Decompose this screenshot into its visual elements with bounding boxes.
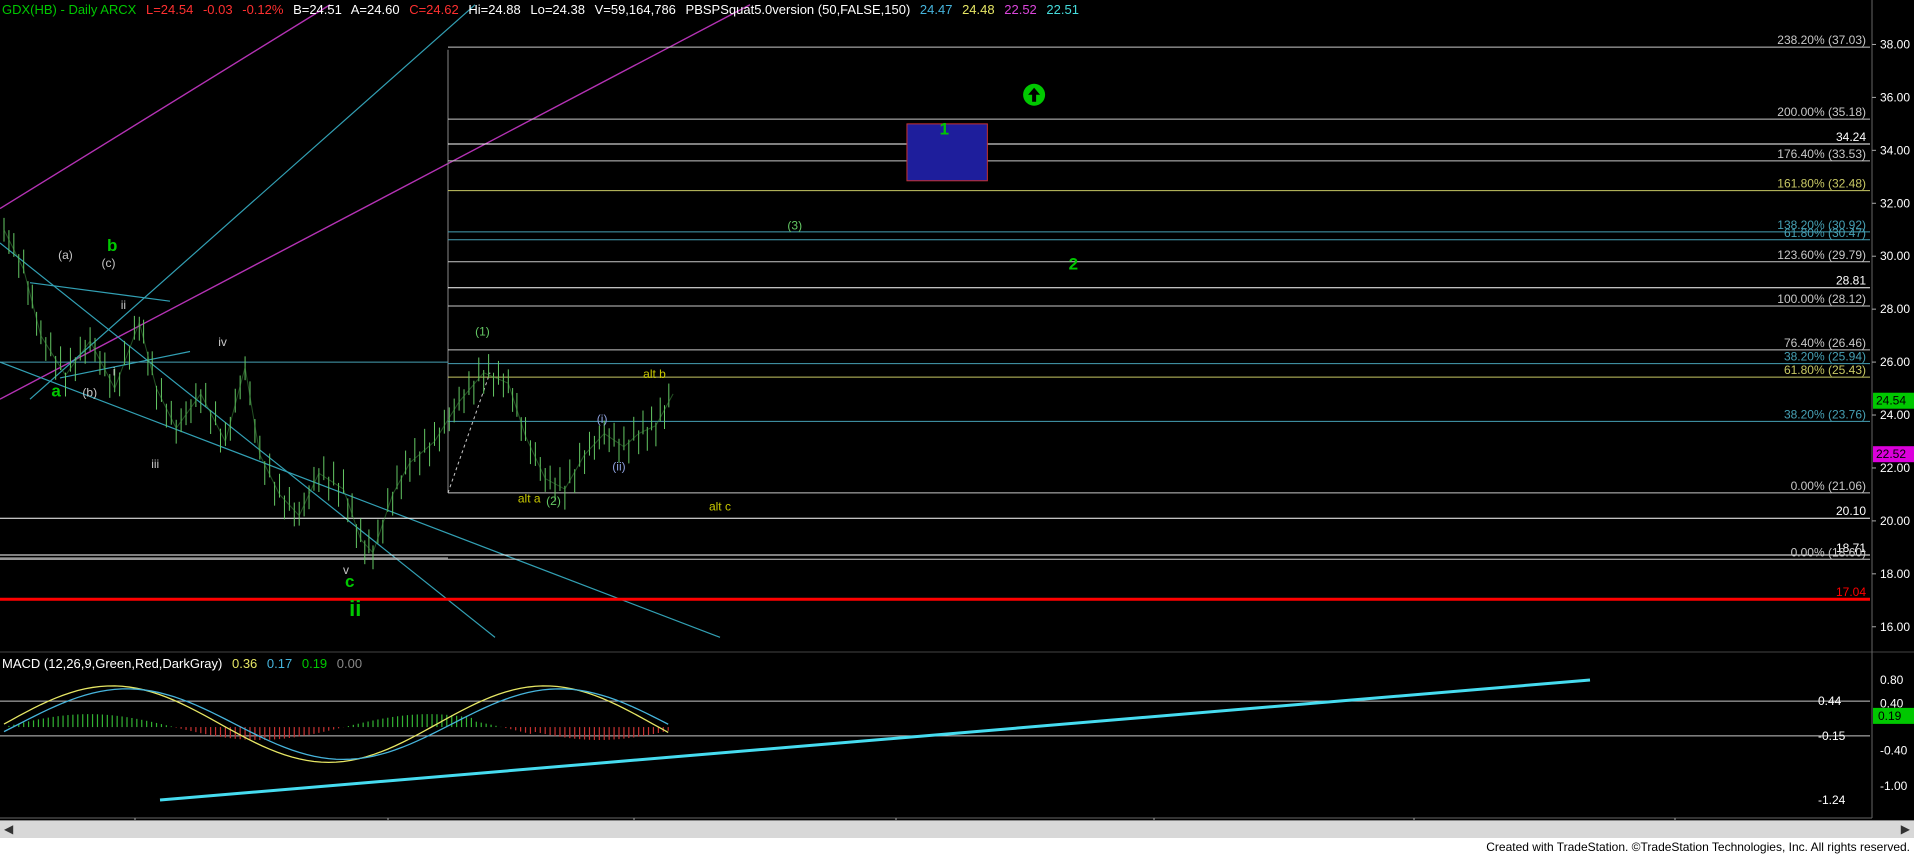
macd-header: MACD (12,26,9,Green,Red,DarkGray) 0.36 0…	[2, 656, 368, 671]
fib-level-label: 0.00% (21.06)	[1791, 479, 1866, 493]
channel-line-magenta-lower	[0, 4, 751, 400]
y-tick-label: 26.00	[1880, 355, 1910, 369]
macd-signal-line	[3, 688, 669, 761]
macd-v2: 0.17	[266, 656, 293, 671]
last-price: L=24.54	[145, 2, 194, 17]
wave-label: (3)	[787, 219, 802, 233]
fib-level-label: 238.20% (37.03)	[1777, 33, 1866, 47]
y-tick-label: 38.00	[1880, 37, 1910, 51]
wave-label: (c)	[101, 256, 115, 270]
macd-level-label: -1.24	[1818, 793, 1846, 807]
macd-name: MACD (12,26,9,Green,Red,DarkGray)	[2, 656, 223, 671]
y-tick-label: 32.00	[1880, 196, 1910, 210]
wave-label: i	[113, 364, 116, 378]
chart-header: GDX(HB) - Daily ARCX L=24.54 -0.03 -0.12…	[2, 2, 1085, 17]
footer-text: Created with TradeStation. ©TradeStation…	[1486, 840, 1910, 854]
wave-label: (ii)	[612, 460, 625, 474]
fib-level-label: 38.20% (25.94)	[1784, 350, 1866, 364]
fib-level-label: 17.04	[1836, 585, 1866, 599]
channel-line-cyan-up	[29, 4, 476, 400]
fib-level-label: 20.10	[1836, 504, 1866, 518]
indicator-v3: 22.52	[1004, 2, 1037, 17]
wave-label: alt b	[643, 367, 666, 381]
macd-tick-label: -0.40	[1880, 744, 1908, 758]
indicator-label: PBSPSquat5.0version (50,FALSE,150)	[685, 2, 911, 17]
bid-value: B=24.51	[293, 2, 342, 17]
macd-trendline	[159, 678, 1591, 802]
fib-level-label: 76.40% (26.46)	[1784, 336, 1866, 350]
change-pct: -0.12%	[242, 2, 284, 17]
wave-label: (b)	[82, 385, 97, 399]
scroll-left-icon[interactable]: ◀	[4, 822, 13, 836]
scroll-right-icon[interactable]: ▶	[1901, 822, 1910, 836]
wave-label: (a)	[58, 248, 73, 262]
fib-level-label: 176.40% (33.53)	[1777, 147, 1866, 161]
fib-level-label: 61.80% (25.43)	[1784, 363, 1866, 377]
wave-label: iii	[151, 457, 159, 471]
wave-label: c	[345, 572, 354, 591]
y-tick-label: 16.00	[1880, 620, 1910, 634]
fib-level-label: 28.81	[1836, 274, 1866, 288]
fib-level-label: 161.80% (32.48)	[1777, 177, 1866, 191]
macd-badge-label: 0.19	[1878, 709, 1902, 723]
fib-level-label: 123.60% (29.79)	[1777, 248, 1866, 262]
ask-value: A=24.60	[350, 2, 400, 17]
indicator-v2: 24.48	[962, 2, 995, 17]
symbol-label: GDX(HB) - Daily ARCX	[2, 2, 137, 17]
wave-label: (1)	[475, 325, 490, 339]
fib-level-label: 38.20% (23.76)	[1784, 407, 1866, 421]
channel-line-cyan-down-1	[0, 242, 496, 638]
y-tick-label: 34.00	[1880, 143, 1910, 157]
macd-level-label: -0.15	[1818, 729, 1846, 743]
wave-label: a	[51, 381, 61, 400]
high-value: Hi=24.88	[468, 2, 521, 17]
wave-label: 2	[1069, 254, 1078, 273]
channel-line-magenta-upper	[0, 4, 331, 210]
y-tick-label: 18.00	[1880, 567, 1910, 581]
horizontal-scrollbar[interactable]: ◀ ▶	[0, 820, 1914, 839]
y-tick-label: 20.00	[1880, 514, 1910, 528]
macd-v1: 0.36	[231, 656, 258, 671]
macd-tick-label: 0.80	[1880, 673, 1904, 687]
macd-level-label: 0.44	[1818, 694, 1842, 708]
fib-level-label: 34.24	[1836, 130, 1866, 144]
y-tick-label: 22.00	[1880, 461, 1910, 475]
fib-level-label: 100.00% (28.12)	[1777, 292, 1866, 306]
current-value: C=24.62	[409, 2, 459, 17]
fib-level-label: 200.00% (35.18)	[1777, 105, 1866, 119]
price-chart[interactable]: 238.20% (37.03)200.00% (35.18)34.24176.4…	[0, 0, 1914, 856]
price-badge-label: 24.54	[1876, 394, 1906, 408]
wave-label: ii	[349, 596, 361, 621]
y-tick-label: 30.00	[1880, 249, 1910, 263]
y-tick-label: 24.00	[1880, 408, 1910, 422]
macd-v4: 0.00	[336, 656, 363, 671]
wave-label: (i)	[597, 412, 608, 426]
wave-label: (2)	[546, 494, 561, 508]
wave-label: ii	[121, 298, 126, 312]
macd-tick-label: -1.00	[1880, 779, 1908, 793]
footer: Created with TradeStation. ©TradeStation…	[0, 838, 1914, 856]
macd-v3: 0.19	[301, 656, 328, 671]
macd-line	[3, 685, 669, 764]
fib-level-label: 0.00% (18.60)	[1791, 545, 1866, 559]
indicator-v1: 24.47	[919, 2, 953, 17]
wave-label: iv	[218, 335, 227, 349]
channel-line-cyan-short-1	[29, 282, 171, 302]
low-value: Lo=24.38	[530, 2, 585, 17]
y-tick-label: 36.00	[1880, 90, 1910, 104]
y-tick-label: 28.00	[1880, 302, 1910, 316]
price-badge-label: 22.52	[1876, 447, 1906, 461]
wave-label: b	[107, 236, 117, 255]
wave-label: alt a	[518, 491, 541, 505]
wave-label: alt c	[709, 499, 731, 513]
indicator-v4: 22.51	[1046, 2, 1079, 17]
change-value: -0.03	[202, 2, 233, 17]
volume-value: V=59,164,786	[594, 2, 676, 17]
wave-label: 1	[940, 119, 949, 138]
fib-level-label: 61.80% (30.47)	[1784, 226, 1866, 240]
